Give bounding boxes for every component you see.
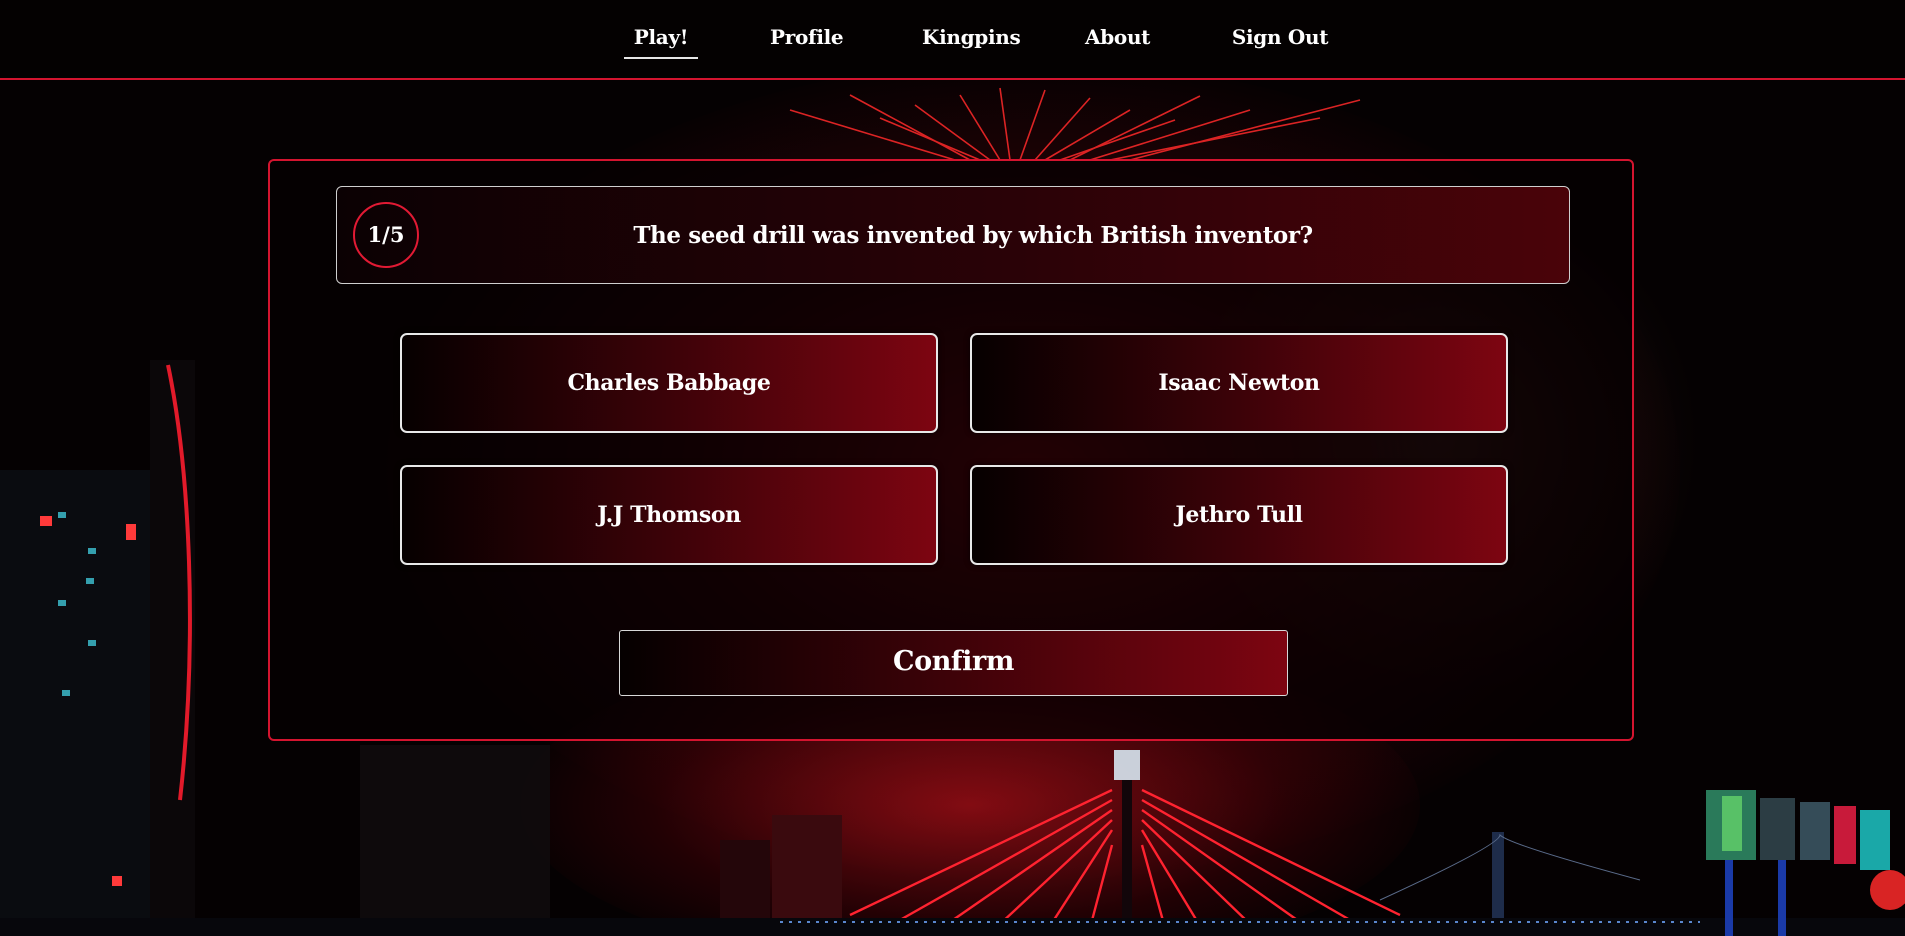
question-counter: 1/5 (353, 202, 419, 268)
nav-profile[interactable]: Profile (770, 22, 844, 52)
nav-sign-out[interactable]: Sign Out (1230, 22, 1330, 52)
answer-option-jj-thomson[interactable]: J.J Thomson (400, 465, 938, 565)
nav-about[interactable]: About (1085, 22, 1150, 52)
quiz-panel: 1/5 The seed drill was invented by which… (268, 159, 1634, 741)
nav-play[interactable]: Play! (624, 22, 698, 59)
answer-option-jethro-tull[interactable]: Jethro Tull (970, 465, 1508, 565)
answer-option-isaac-newton[interactable]: Isaac Newton (970, 333, 1508, 433)
question-box: 1/5 The seed drill was invented by which… (336, 186, 1570, 284)
question-text: The seed drill was invented by which Bri… (633, 222, 1313, 249)
answer-option-charles-babbage[interactable]: Charles Babbage (400, 333, 938, 433)
top-navbar: Play! Profile Kingpins About Sign Out (0, 0, 1905, 80)
nav-kingpins[interactable]: Kingpins (922, 22, 1021, 52)
confirm-button[interactable]: Confirm (619, 630, 1288, 696)
